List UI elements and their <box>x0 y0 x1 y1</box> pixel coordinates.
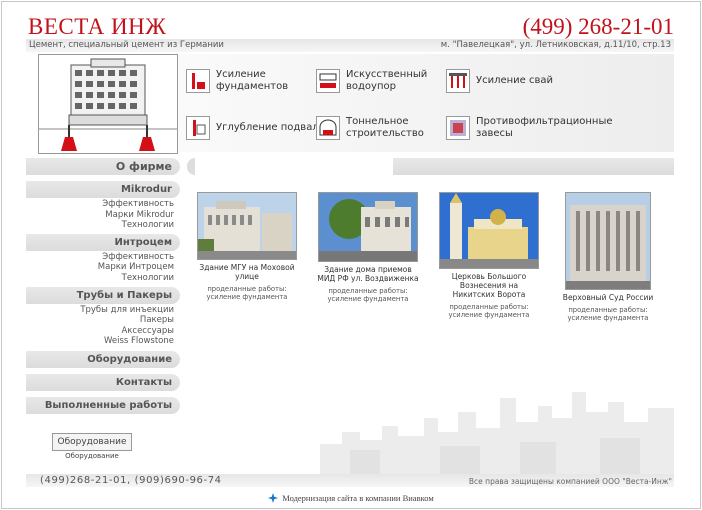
nav-pipes-packers[interactable]: Трубы и Пакеры <box>26 286 180 304</box>
service-label: завесы <box>476 128 513 139</box>
equipment-image-button[interactable]: Оборудование <box>52 433 132 451</box>
service-label: Искусственный <box>346 69 428 80</box>
project-meta: усиление фундамента <box>448 311 530 319</box>
service-foundation-reinforcement[interactable]: Усиление фундаментов <box>186 69 288 93</box>
header-phone: (499) 268-21-01 <box>522 14 674 39</box>
header-building-illustration <box>38 54 178 154</box>
service-label: Усиление свай <box>476 75 554 86</box>
footer-copyright: Все права защищены компанией ООО "Веста-… <box>468 477 672 486</box>
nav-sub-item[interactable]: Марки Mikrodur <box>26 210 180 221</box>
nav-sub-item[interactable]: Марки Интроцем <box>26 262 180 273</box>
address: м. "Павелецкая", ул. Летниковская, д.11/… <box>440 40 671 50</box>
footer-credit-text: Модернизация сайта в компании Виавком <box>282 493 434 503</box>
sidebar-nav: О фирме Mikrodur Эффективность Марки Mik… <box>26 158 180 418</box>
anti-filtration-curtain-icon <box>446 116 470 140</box>
service-label: Тоннельное <box>346 116 409 127</box>
nav-mikrodur-submenu: Эффективность Марки Mikrodur Технологии <box>26 199 180 231</box>
city-skyline-decoration <box>320 388 674 474</box>
project-card[interactable]: Церковь Большого Вознесения на Никитских… <box>438 192 540 319</box>
project-photo <box>318 192 418 262</box>
project-card[interactable]: Здание дома приемов МИД РФ ул. Воздвижен… <box>316 192 420 303</box>
nav-sub-item[interactable]: Пакеры <box>26 315 180 326</box>
nav-intrazem-submenu: Эффективность Марки Интроцем Технологии <box>26 252 180 284</box>
site-logo[interactable]: ВЕСТА ИНЖ <box>28 14 166 40</box>
service-pile-reinforcement[interactable]: Усиление свай <box>446 69 553 93</box>
header-subbar: Цемент, специальный цемент из Германии м… <box>26 39 674 52</box>
nav-sub-item[interactable]: Weiss Flowstone <box>26 336 180 347</box>
nav-sub-item[interactable]: Трубы для инъекции <box>26 305 180 316</box>
project-photo <box>439 192 539 269</box>
project-title: Здание МГУ на Моховой улице <box>199 263 295 281</box>
project-meta: усиление фундамента <box>327 295 409 303</box>
tagline: Цемент, специальный цемент из Германии <box>29 40 224 50</box>
project-meta: проделанные работы: <box>449 303 529 311</box>
nav-sub-item[interactable]: Технологии <box>26 220 180 231</box>
nav-sub-item[interactable]: Эффективность <box>26 199 180 210</box>
nav-about[interactable]: О фирме <box>26 158 180 175</box>
project-card[interactable]: Верховный Суд России проделанные работы:… <box>562 192 654 322</box>
equipment-caption: Оборудование <box>65 452 119 460</box>
footer-phones: (499)268-21-01, (909)690-96-74 <box>40 475 222 486</box>
service-anti-filtration-curtain[interactable]: Противофильтрационные завесы <box>446 116 613 140</box>
nav-contacts[interactable]: Контакты <box>26 373 180 391</box>
service-label: водоупор <box>346 81 396 92</box>
service-label: Усиление <box>216 69 266 80</box>
nav-sub-item[interactable]: Технологии <box>26 273 180 284</box>
service-label: строительство <box>346 128 424 139</box>
service-artificial-aquiclude[interactable]: Искусственный водоупор <box>316 69 427 93</box>
project-photo <box>565 192 651 290</box>
services-panel: Усиление фундаментов Искусственный водоупо… <box>178 54 674 152</box>
service-basement-deepening[interactable]: Углубление подвалов <box>186 116 331 140</box>
tunnel-construction-icon <box>316 116 340 140</box>
footer-credit[interactable]: Модернизация сайта в компании Виавком <box>0 493 702 503</box>
service-label: фундаментов <box>216 81 289 92</box>
viavkom-logo-icon <box>268 493 279 503</box>
foundation-reinforcement-icon <box>186 69 210 93</box>
project-meta: усиление фундамента <box>567 314 649 322</box>
nav-completed-works[interactable]: Выполненные работы <box>26 396 180 414</box>
nav-sub-item[interactable]: Аксессуары <box>26 326 180 337</box>
nav-sub-item[interactable]: Эффективность <box>26 252 180 263</box>
project-title: Здание дома приемов МИД РФ ул. Воздвижен… <box>317 265 419 283</box>
nav-equipment[interactable]: Оборудование <box>26 350 180 368</box>
project-card[interactable]: Здание МГУ на Моховой улице проделанные … <box>196 192 298 301</box>
pile-reinforcement-icon <box>446 69 470 93</box>
project-title: Верховный Суд России <box>562 293 654 302</box>
project-meta: усиление фундамента <box>206 293 288 301</box>
service-label: Углубление подвалов <box>216 122 331 133</box>
service-label: Противофильтрационные <box>476 116 613 127</box>
project-meta: проделанные работы: <box>568 306 648 314</box>
artificial-aquiclude-icon <box>316 69 340 93</box>
service-tunnel-construction[interactable]: Тоннельное строительство <box>316 116 424 140</box>
nav-mikrodur[interactable]: Mikrodur <box>26 181 180 198</box>
content-header-bar <box>187 158 674 175</box>
project-photo <box>197 192 297 260</box>
project-meta: проделанные работы: <box>328 287 408 295</box>
project-meta: проделанные работы: <box>207 285 287 293</box>
nav-intrazem[interactable]: Интроцем <box>26 233 180 251</box>
nav-pipes-submenu: Трубы для инъекции Пакеры Аксессуары Wei… <box>26 305 180 347</box>
project-title: Церковь Большого Вознесения на Никитских… <box>451 272 527 299</box>
basement-deepening-icon <box>186 116 210 140</box>
